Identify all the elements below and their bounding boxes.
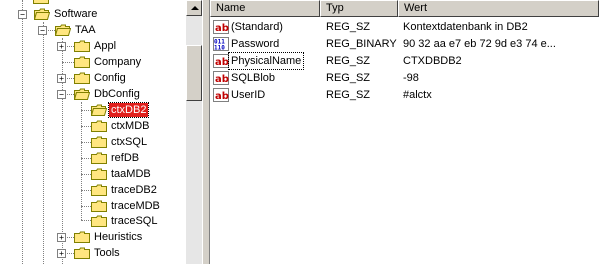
expand-toggle[interactable]: + xyxy=(57,233,66,242)
svg-text:ab: ab xyxy=(215,74,229,85)
binary-value-icon: 011 110 xyxy=(213,37,229,52)
value-name: SQLBlob xyxy=(231,72,276,84)
folder-icon xyxy=(91,200,107,212)
string-value-icon: ab xyxy=(213,54,229,68)
value-data: -98 xyxy=(403,72,419,84)
folder-open-icon xyxy=(91,104,107,116)
value-row[interactable]: ab PhysicalName REG_SZ CTXDBDB2 xyxy=(210,52,599,70)
folder-icon xyxy=(74,40,90,52)
tree-branch xyxy=(81,220,91,221)
value-data: CTXDBDB2 xyxy=(403,55,462,67)
tree-item-tracedb2[interactable]: traceDB2 xyxy=(109,183,159,197)
collapse-toggle[interactable]: − xyxy=(18,10,27,19)
tree-scrollbar[interactable] xyxy=(186,0,202,264)
value-data: #alctx xyxy=(403,89,432,101)
tree-item-taamdb[interactable]: taaMDB xyxy=(109,167,153,181)
tree-item-tracesql[interactable]: traceSQL xyxy=(109,214,159,228)
scrollbar-thumb[interactable] xyxy=(186,45,202,101)
value-row[interactable]: 011 110 Password REG_BINARY 90 32 aa e7 e… xyxy=(210,36,599,52)
column-header-type[interactable]: Typ xyxy=(320,0,398,17)
svg-text:ab: ab xyxy=(215,91,229,102)
expand-toggle[interactable]: + xyxy=(57,42,66,51)
tree-guide-line xyxy=(22,0,23,264)
folder-icon xyxy=(74,56,90,68)
collapse-toggle[interactable]: − xyxy=(57,90,66,99)
column-header-name[interactable]: Name xyxy=(210,0,320,17)
folder-icon xyxy=(91,120,107,132)
tree-item-ctxdb2[interactable]: ctxDB2 xyxy=(107,102,150,118)
expand-toggle[interactable]: + xyxy=(57,74,66,83)
folder-icon xyxy=(91,168,107,180)
value-type: REG_SZ xyxy=(326,55,371,67)
string-value-icon: ab xyxy=(213,88,229,102)
string-value-icon: ab xyxy=(213,71,229,85)
expand-toggle[interactable]: + xyxy=(57,249,66,258)
scroll-up-arrow-icon[interactable] xyxy=(186,0,202,16)
tree-item-dbconfig[interactable]: DbConfig xyxy=(92,87,142,101)
value-data: 90 32 aa e7 eb 72 9d e3 74 e... xyxy=(403,38,556,50)
tree-branch xyxy=(62,62,74,63)
tree-branch xyxy=(81,206,91,207)
svg-text:110: 110 xyxy=(214,45,225,52)
tree-item-company[interactable]: Company xyxy=(92,55,143,69)
folder-icon xyxy=(91,215,107,227)
tree-branch xyxy=(81,158,91,159)
value-row[interactable]: ab (Standard) REG_SZ Kontextdatenbank in… xyxy=(210,19,599,35)
folder-icon xyxy=(91,152,107,164)
tree-guide-line xyxy=(81,102,82,220)
value-data: Kontextdatenbank in DB2 xyxy=(403,21,528,33)
folder-open-icon xyxy=(55,24,71,36)
tree-guide-line xyxy=(43,22,44,264)
svg-text:ab: ab xyxy=(215,57,229,68)
pane-splitter[interactable] xyxy=(202,0,210,264)
folder-open-icon xyxy=(74,88,90,100)
folder-icon xyxy=(74,72,90,84)
tree-item-tools[interactable]: Tools xyxy=(92,246,122,260)
tree-item-config[interactable]: Config xyxy=(92,71,128,85)
value-name: (Standard) xyxy=(231,21,283,33)
folder-icon xyxy=(74,247,90,259)
tree-branch xyxy=(81,110,91,111)
value-row[interactable]: ab SQLBlob REG_SZ -98 xyxy=(210,70,599,86)
collapse-toggle[interactable]: − xyxy=(38,26,47,35)
registry-values-list[interactable]: Name Typ Wert ab (Standard) REG_SZ Konte… xyxy=(210,0,599,264)
svg-text:ab: ab xyxy=(215,23,229,34)
tree-item-taa[interactable]: TAA xyxy=(73,23,98,37)
folder-icon xyxy=(33,0,49,4)
tree-branch xyxy=(81,174,91,175)
registry-tree-pane[interactable]: − Software − TAA + Appl Company + Config… xyxy=(0,0,186,264)
tree-item-ctxsql[interactable]: ctxSQL xyxy=(109,135,149,149)
column-header-value[interactable]: Wert xyxy=(398,0,599,17)
tree-item-appl[interactable]: Appl xyxy=(92,39,118,53)
tree-branch xyxy=(81,142,91,143)
string-value-icon: ab xyxy=(213,20,229,34)
value-type: REG_SZ xyxy=(326,89,371,101)
tree-guide-line xyxy=(62,38,63,264)
folder-icon xyxy=(74,231,90,243)
value-name: Password xyxy=(231,38,280,50)
tree-item-software[interactable]: Software xyxy=(52,7,99,21)
tree-branch xyxy=(81,126,91,127)
value-type: REG_SZ xyxy=(326,72,371,84)
tree-item-heuristics[interactable]: Heuristics xyxy=(92,230,144,244)
tree-item-refdb[interactable]: refDB xyxy=(109,151,141,165)
folder-icon xyxy=(91,136,107,148)
tree-item-tracemdb[interactable]: traceMDB xyxy=(109,199,162,213)
value-type: REG_SZ xyxy=(326,21,371,33)
value-type: REG_BINARY xyxy=(326,38,397,50)
value-name: UserID xyxy=(231,89,266,101)
tree-item-ctxmdb[interactable]: ctxMDB xyxy=(109,119,152,133)
folder-icon xyxy=(91,184,107,196)
tree-branch xyxy=(81,190,91,191)
value-name: PhysicalName xyxy=(227,52,305,70)
value-row[interactable]: ab UserID REG_SZ #alctx xyxy=(210,87,599,103)
folder-open-icon xyxy=(34,8,50,20)
